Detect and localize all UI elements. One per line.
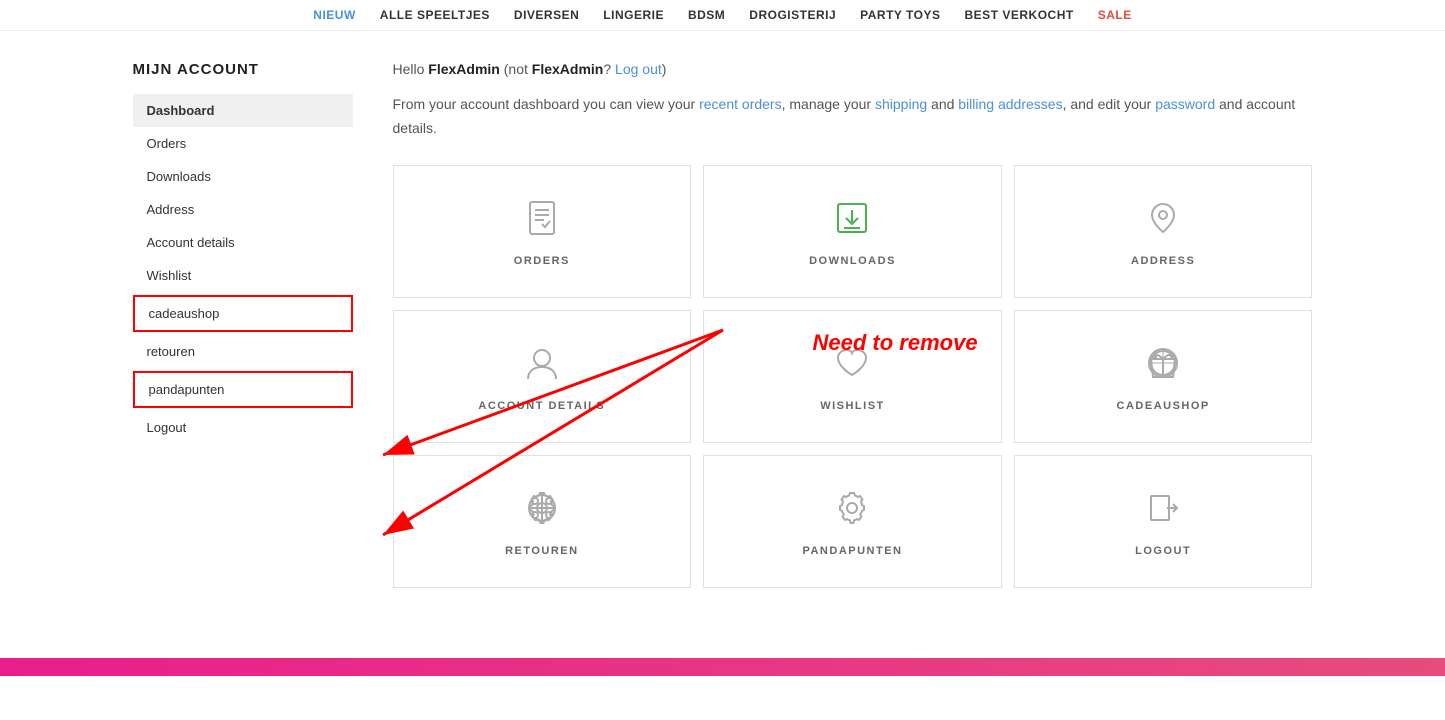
sidebar-item-address[interactable]: Address: [133, 193, 353, 226]
tile-logout[interactable]: LOGOUT: [1014, 455, 1313, 588]
dashboard-grid: ORDERS DOWNLOADS: [393, 165, 1313, 588]
tile-pandapunten[interactable]: PANDAPUNTEN: [703, 455, 1002, 588]
nav-sale[interactable]: SALE: [1098, 8, 1132, 22]
tile-pandapunten-label: PANDAPUNTEN: [802, 545, 902, 557]
not-username: FlexAdmin: [532, 61, 604, 77]
cadeaushop-icon: [1141, 341, 1185, 388]
sidebar: MIJN ACCOUNT Dashboard Orders Downloads …: [133, 61, 353, 588]
tile-downloads[interactable]: DOWNLOADS: [703, 165, 1002, 298]
sidebar-item-orders[interactable]: Orders: [133, 127, 353, 160]
sidebar-item-cadeaushop[interactable]: cadeaushop: [133, 295, 353, 332]
tile-account-details-label: ACCOUNT DETAILS: [478, 400, 605, 412]
sidebar-item-logout[interactable]: Logout: [133, 411, 353, 444]
retouren-icon: [520, 486, 564, 533]
greeting-text: Hello FlexAdmin (not FlexAdmin? Log out): [393, 61, 1313, 77]
tile-address-label: ADDRESS: [1131, 255, 1195, 267]
billing-link[interactable]: billing addresses: [958, 96, 1062, 112]
tile-retouren-label: RETOUREN: [505, 545, 579, 557]
logout-link[interactable]: Log out: [615, 61, 662, 77]
tile-orders-label: ORDERS: [514, 255, 570, 267]
logout-icon: [1141, 486, 1185, 533]
address-icon: [1141, 196, 1185, 243]
tile-wishlist[interactable]: WISHLIST: [703, 310, 1002, 443]
tile-account-details[interactable]: ACCOUNT DETAILS: [393, 310, 692, 443]
orders-icon: [520, 196, 564, 243]
sidebar-item-wishlist[interactable]: Wishlist: [133, 259, 353, 292]
nav-nieuw[interactable]: NIEUW: [313, 8, 356, 22]
bottom-bar: [0, 658, 1445, 676]
sidebar-item-retouren[interactable]: retouren: [133, 335, 353, 368]
sidebar-item-dashboard[interactable]: Dashboard: [133, 94, 353, 127]
sidebar-item-downloads[interactable]: Downloads: [133, 160, 353, 193]
nav-alle-speeltjes[interactable]: ALLE SPEELTJES: [380, 8, 490, 22]
pandapunten-icon: [830, 486, 874, 533]
tile-wishlist-label: WISHLIST: [820, 400, 885, 412]
top-nav: NIEUW ALLE SPEELTJES DIVERSEN LINGERIE B…: [0, 0, 1445, 31]
account-icon: [520, 341, 564, 388]
tile-address[interactable]: ADDRESS: [1014, 165, 1313, 298]
account-description: From your account dashboard you can view…: [393, 93, 1313, 141]
sidebar-item-account-details[interactable]: Account details: [133, 226, 353, 259]
sidebar-item-pandapunten[interactable]: pandapunten: [133, 371, 353, 408]
account-content: Hello FlexAdmin (not FlexAdmin? Log out)…: [393, 61, 1313, 588]
nav-party-toys[interactable]: PARTY TOYS: [860, 8, 940, 22]
sidebar-title: MIJN ACCOUNT: [133, 61, 353, 78]
recent-orders-link[interactable]: recent orders: [699, 96, 781, 112]
tile-orders[interactable]: ORDERS: [393, 165, 692, 298]
downloads-icon: [830, 196, 874, 243]
tile-cadeaushop[interactable]: CADEAUSHOP: [1014, 310, 1313, 443]
tile-cadeaushop-label: CADEAUSHOP: [1117, 400, 1210, 412]
shipping-link[interactable]: shipping: [875, 96, 927, 112]
nav-drogisterij[interactable]: DROGISTERIJ: [749, 8, 836, 22]
nav-lingerie[interactable]: LINGERIE: [603, 8, 664, 22]
tile-downloads-label: DOWNLOADS: [809, 255, 896, 267]
wishlist-icon: [830, 341, 874, 388]
tile-retouren[interactable]: RETOUREN: [393, 455, 692, 588]
nav-best-verkocht[interactable]: BEST VERKOCHT: [965, 8, 1074, 22]
nav-diversen[interactable]: DIVERSEN: [514, 8, 579, 22]
nav-bdsm[interactable]: BDSM: [688, 8, 725, 22]
password-link[interactable]: password: [1155, 96, 1215, 112]
username: FlexAdmin: [428, 61, 500, 77]
tile-logout-label: LOGOUT: [1135, 545, 1191, 557]
